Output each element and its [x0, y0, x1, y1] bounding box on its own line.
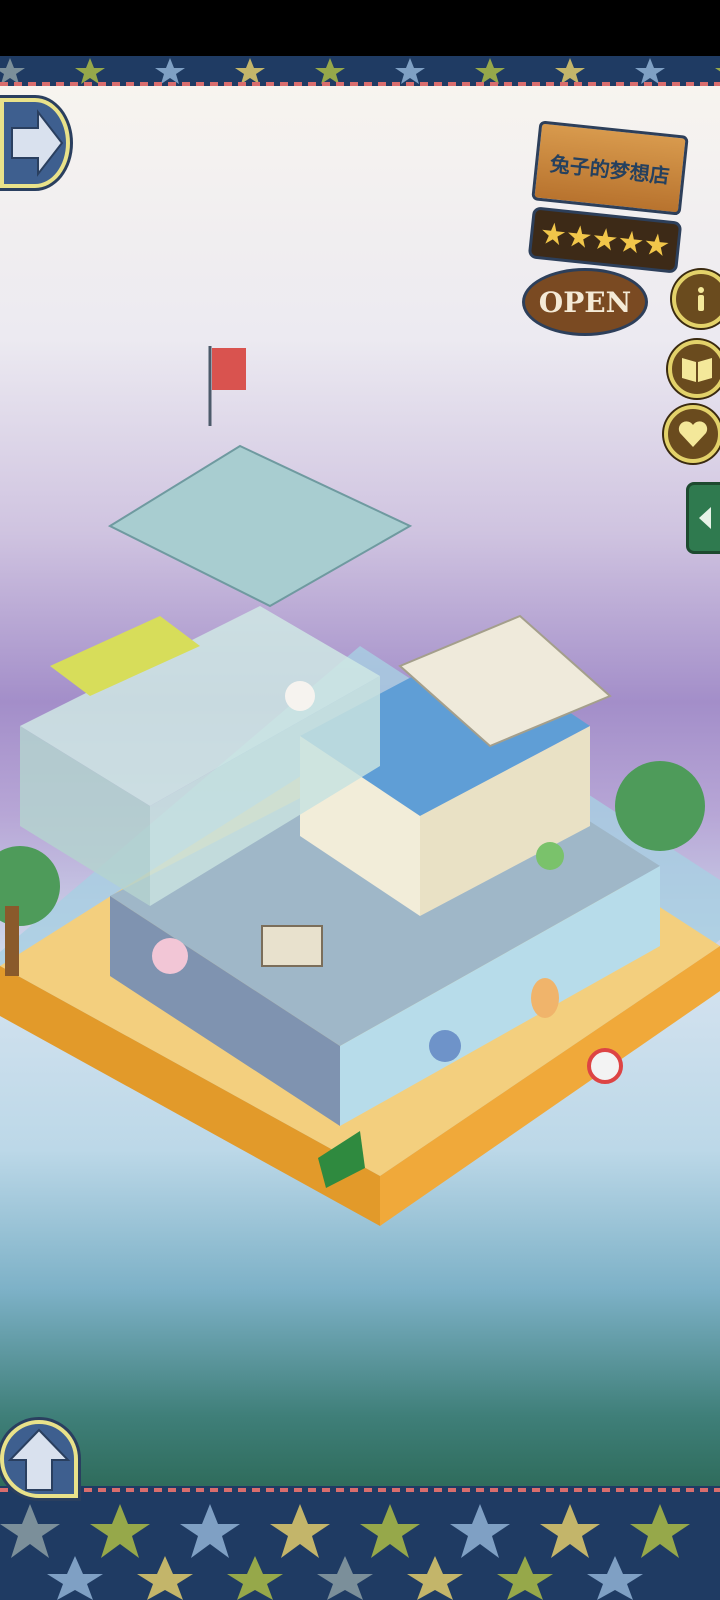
nav-up-button[interactable] — [0, 1420, 78, 1498]
info-icon — [698, 287, 704, 311]
piano — [261, 925, 323, 967]
character-frog — [536, 842, 564, 870]
heart-button[interactable] — [664, 405, 720, 463]
star-icon — [644, 232, 670, 258]
side-panel-tab[interactable] — [686, 482, 720, 554]
chevron-left-icon — [699, 507, 711, 529]
glass-roof — [107, 444, 413, 608]
top-star-border — [0, 56, 720, 86]
shop-name-sign[interactable]: 兔子的梦想店 — [531, 120, 689, 216]
heart-icon — [678, 421, 708, 447]
open-sign[interactable]: OPEN — [522, 268, 648, 336]
beach-ball — [587, 1048, 623, 1084]
arrow-right-icon — [11, 109, 64, 177]
nav-right-button[interactable] — [0, 98, 70, 188]
star-icon — [618, 230, 644, 256]
character-bear-blue — [429, 1030, 461, 1062]
arrow-up-icon — [7, 1428, 71, 1491]
star-icon — [566, 224, 592, 250]
book-icon — [682, 358, 712, 382]
bottom-star-border — [0, 1486, 720, 1600]
flag — [212, 348, 246, 390]
book-button[interactable] — [668, 340, 720, 398]
character-rabbit-pink — [152, 938, 188, 974]
star-icon — [592, 227, 618, 253]
shop-name: 兔子的梦想店 — [548, 151, 671, 188]
character-bunny-white — [285, 681, 315, 711]
palm-tree-right — [615, 761, 705, 851]
star-icon — [540, 221, 566, 247]
status-bar — [0, 0, 720, 56]
shop-status: OPEN — [538, 285, 632, 319]
star-pattern-bottom — [0, 1504, 690, 1600]
easter-egg — [531, 978, 559, 1018]
